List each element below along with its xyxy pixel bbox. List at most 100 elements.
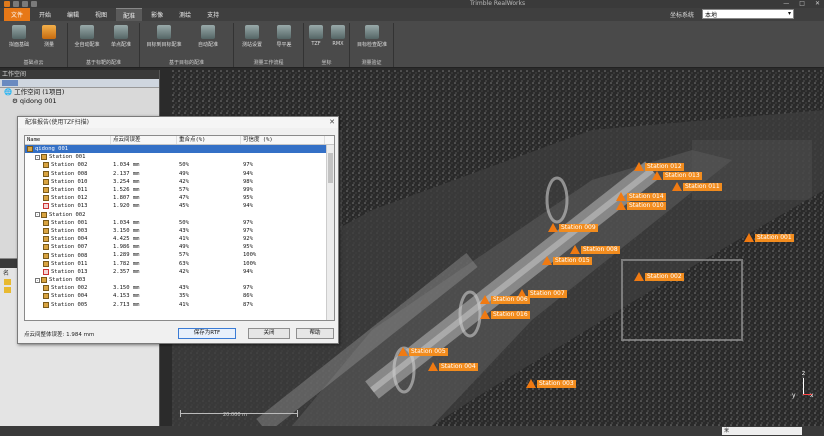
row-name: Station 012 [51, 195, 88, 202]
table-row[interactable]: Station 002 3.150 mm 43% 97% [25, 284, 334, 292]
auto-cloud-registration-button[interactable]: 自动配准 [186, 25, 230, 48]
close-icon[interactable]: ✕ [329, 118, 335, 126]
save-icon[interactable] [13, 1, 19, 7]
tab-registration[interactable]: 配准 [116, 7, 143, 22]
station-marker[interactable]: Station 013 [652, 171, 702, 180]
table-row[interactable]: Station 013 1.920 mm 45% 94% [25, 202, 334, 210]
station-marker[interactable]: Station 002 [634, 272, 684, 281]
row-error: 1.782 mm [113, 260, 140, 267]
scale-bar-label: 20.000 m [223, 412, 247, 418]
app-menu-icon[interactable] [4, 1, 10, 7]
tab-imagery[interactable]: 影像 [144, 8, 170, 21]
table-row[interactable]: Station 010 3.254 mm 42% 98% [25, 178, 334, 186]
station-marker[interactable]: Station 006 [480, 295, 530, 304]
collapse-icon[interactable]: - [35, 154, 40, 160]
tab-view[interactable]: 视图 [88, 8, 114, 21]
tab-support[interactable]: 支持 [200, 8, 226, 21]
ribbon: 拟面基础 测量 基础点云 全自动配准 单点配准 基于标靶的配准 目标到目标配准 … [0, 21, 824, 68]
station-marker[interactable]: Station 014 [616, 192, 666, 201]
table-row[interactable]: Station 004 4.425 mm 41% 92% [25, 235, 334, 243]
table-row[interactable]: - Station 002 [25, 211, 334, 219]
folder-icon[interactable] [4, 279, 11, 285]
station-setup-button[interactable]: 测站设置 [236, 25, 268, 48]
project-icon [27, 146, 33, 153]
undo-icon[interactable] [22, 1, 28, 7]
folder-icon[interactable] [4, 287, 11, 293]
station-marker[interactable]: Station 011 [672, 182, 722, 191]
station-marker[interactable]: Station 003 [526, 379, 576, 388]
column-confidence[interactable]: 可信度 (%) [241, 136, 325, 144]
quick-access-toolbar [4, 0, 37, 8]
column-name[interactable]: Name [25, 136, 111, 144]
table-scrollbar[interactable] [326, 145, 334, 320]
tab-edit[interactable]: 编辑 [60, 8, 86, 21]
target-to-target-button[interactable]: 目标到目标配准 [142, 25, 186, 48]
table-row[interactable]: Station 013 2.357 mm 42% 94% [25, 268, 334, 276]
redo-icon[interactable] [31, 1, 37, 7]
tab-home[interactable]: 开始 [32, 8, 58, 21]
station-marker[interactable]: Station 005 [398, 347, 448, 356]
table-row[interactable]: - Station 001 [25, 153, 334, 161]
station-marker[interactable]: Station 012 [634, 162, 684, 171]
collapse-icon[interactable]: - [35, 212, 40, 218]
table-row[interactable]: Station 007 1.986 mm 49% 95% [25, 243, 334, 251]
station-icon [43, 187, 49, 194]
minimize-button[interactable]: — [783, 0, 789, 7]
ribbon-group-label: 测量工作流程 [253, 60, 284, 66]
workspace-toolbar [0, 79, 159, 88]
rmx-button[interactable]: RMX [328, 25, 348, 47]
table-row[interactable]: Station 003 3.150 mm 43% 97% [25, 227, 334, 235]
table-row[interactable]: Station 001 1.034 mm 50% 97% [25, 219, 334, 227]
tzf-button[interactable]: TZF [306, 25, 326, 47]
maximize-button[interactable]: □ [799, 0, 805, 7]
workspace-tab[interactable] [2, 80, 18, 86]
station-marker[interactable]: Station 010 [616, 201, 666, 210]
row-name: Station 011 [51, 187, 88, 194]
table-row[interactable]: qidong 001 [25, 145, 334, 154]
station-marker[interactable]: Station 004 [428, 362, 478, 371]
row-confidence: 98% [243, 178, 253, 185]
table-row[interactable]: Station 004 4.153 mm 35% 86% [25, 292, 334, 300]
table-row[interactable]: Station 011 1.526 mm 57% 99% [25, 186, 334, 194]
tree-item-project[interactable]: ⚙ qidong 001 [0, 97, 159, 106]
close-button[interactable]: ✕ [815, 0, 820, 7]
table-row[interactable]: - Station 003 [25, 276, 334, 284]
row-confidence: 97% [243, 285, 253, 292]
tab-survey[interactable]: 测绘 [172, 8, 198, 21]
table-row[interactable]: Station 002 1.034 mm 50% 97% [25, 161, 334, 169]
axis-gizmo[interactable]: z y x [792, 370, 816, 406]
tab-file[interactable]: 文件 [4, 8, 31, 21]
measure-button[interactable]: 测量 [36, 25, 62, 48]
scrollbar-thumb[interactable] [328, 153, 333, 183]
adjust-icon [277, 25, 291, 39]
station-marker[interactable]: Station 016 [480, 310, 530, 319]
registration-report-dialog: 配准报告(使用TZF扫描) ✕ Name 点云间误差 重合点(%) 可信度 (%… [17, 116, 339, 344]
table-row[interactable]: Station 012 1.807 mm 47% 95% [25, 194, 334, 202]
tree-item-workspace[interactable]: 🌐 工作空间 (1项目) [0, 88, 159, 97]
table-row[interactable]: Station 008 2.137 mm 49% 94% [25, 170, 334, 178]
collapse-icon[interactable]: - [35, 277, 40, 283]
column-overlap[interactable]: 重合点(%) [177, 136, 241, 144]
table-row[interactable]: Station 008 1.289 mm 57% 100% [25, 251, 334, 259]
coordinate-system-value: 本地 [705, 12, 718, 19]
save-rtf-button[interactable]: 保存为RTF [178, 328, 236, 339]
help-button[interactable]: 帮助 [296, 328, 334, 339]
table-row[interactable]: Station 005 2.713 mm 41% 87% [25, 301, 334, 309]
row-overlap: 41% [179, 236, 189, 243]
fit-basic-button[interactable]: 拟面基础 [4, 25, 34, 48]
single-point-registration-button[interactable]: 单点配准 [104, 25, 138, 48]
station-marker[interactable]: Station 009 [548, 223, 598, 232]
auto-registration-button[interactable]: 全自动配准 [70, 25, 104, 48]
station-marker[interactable]: Station 001 [744, 233, 794, 242]
adjustment-button[interactable]: 导平差 [268, 25, 300, 48]
column-error[interactable]: 点云间误差 [111, 136, 177, 144]
station-marker[interactable]: Station 008 [570, 245, 620, 254]
coordinate-system-select[interactable]: 本地 ▾ [702, 9, 794, 19]
row-error: 1.807 mm [113, 195, 140, 202]
row-overlap [177, 153, 241, 161]
target-check-button[interactable]: 目标检查配准 [352, 25, 392, 48]
unit-select[interactable]: 米 [722, 427, 802, 435]
station-marker[interactable]: Station 015 [542, 256, 592, 265]
table-row[interactable]: Station 011 1.782 mm 63% 100% [25, 260, 334, 268]
close-button[interactable]: 关闭 [248, 328, 290, 339]
